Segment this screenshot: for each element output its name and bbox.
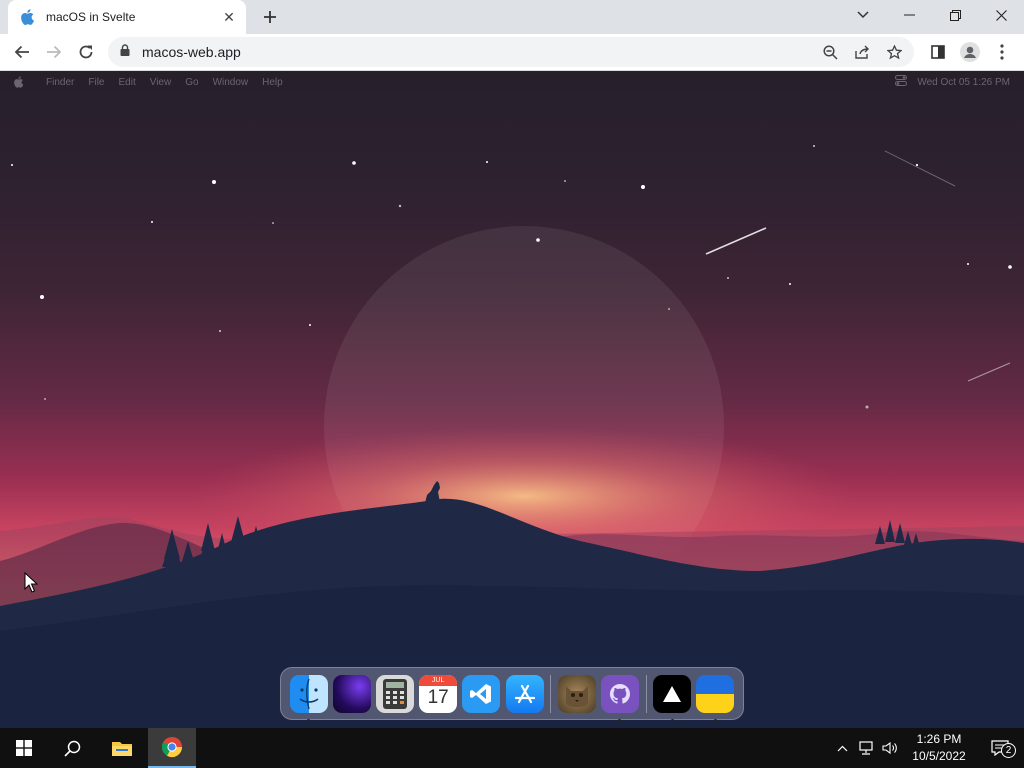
macos-favicon-icon xyxy=(20,9,36,25)
share-icon[interactable] xyxy=(850,40,874,64)
running-indicator xyxy=(670,718,674,722)
profile-avatar-icon[interactable] xyxy=(956,38,984,66)
shooting-star xyxy=(705,227,767,255)
reload-button[interactable] xyxy=(72,38,100,66)
bookmark-star-icon[interactable] xyxy=(882,40,906,64)
new-tab-button[interactable] xyxy=(258,5,282,29)
finder-icon xyxy=(289,674,328,713)
app-store-icon xyxy=(505,674,544,713)
dock-item-finder[interactable] xyxy=(287,674,330,722)
dock-item-vscode[interactable] xyxy=(460,674,503,713)
menu-help[interactable]: Help xyxy=(262,77,283,88)
menu-go[interactable]: Go xyxy=(185,77,198,88)
browser-tabstrip: macOS in Svelte ✕ xyxy=(0,0,1024,34)
dock-item-github[interactable] xyxy=(598,674,641,722)
running-indicator xyxy=(307,718,311,722)
running-indicator xyxy=(713,718,717,722)
cat-icon xyxy=(557,674,596,713)
windows-start-icon[interactable] xyxy=(0,728,48,768)
notification-count-badge: 2 xyxy=(1001,743,1016,758)
macos-menubar: Finder File Edit View Go Window Help Wed… xyxy=(0,71,1024,93)
clock-time: 1:26 PM xyxy=(916,732,962,746)
windows-taskbar: 1:26 PM 10/5/2022 2 xyxy=(0,728,1024,768)
dock-item-ukraine[interactable] xyxy=(694,674,737,722)
vscode-icon xyxy=(462,674,501,713)
lock-icon[interactable] xyxy=(120,43,130,61)
show-hidden-icons-chevron-icon[interactable] xyxy=(830,728,854,768)
wallpaper-scene xyxy=(0,145,1024,728)
url-text: macos-web.app xyxy=(142,44,241,60)
mouse-cursor-icon xyxy=(24,572,38,593)
dock-item-calculator[interactable] xyxy=(373,674,416,713)
restore-button[interactable] xyxy=(932,0,978,30)
address-bar[interactable]: macos-web.app xyxy=(108,37,914,67)
tab-close-icon[interactable]: ✕ xyxy=(220,8,238,26)
calendar-icon: JUL 17 xyxy=(419,674,458,713)
forward-button[interactable] xyxy=(40,38,68,66)
wallpapers-icon xyxy=(332,674,371,713)
calculator-icon xyxy=(375,674,414,713)
menu-view[interactable]: View xyxy=(150,77,172,88)
browser-tab[interactable]: macOS in Svelte ✕ xyxy=(8,0,246,34)
vercel-icon xyxy=(653,674,692,713)
system-clock[interactable]: 1:26 PM 10/5/2022 xyxy=(902,731,976,765)
ukraine-flag-icon xyxy=(696,674,735,713)
browser-toolbar: macos-web.app xyxy=(0,34,1024,71)
apple-logo-icon[interactable] xyxy=(14,76,26,88)
search-icon[interactable] xyxy=(48,728,96,768)
dock-item-vercel[interactable] xyxy=(651,674,694,722)
action-center-button[interactable]: 2 xyxy=(976,728,1024,768)
menu-window[interactable]: Window xyxy=(213,77,249,88)
dock-item-calendar[interactable]: JUL 17 xyxy=(417,674,460,713)
menu-file[interactable]: File xyxy=(88,77,104,88)
back-button[interactable] xyxy=(8,38,36,66)
chrome-taskbar-icon[interactable] xyxy=(148,728,196,768)
control-center-icon[interactable] xyxy=(895,75,908,89)
close-window-button[interactable] xyxy=(978,0,1024,30)
clock-date: 10/5/2022 xyxy=(912,749,966,763)
zoom-icon[interactable] xyxy=(818,40,842,64)
dock-separator xyxy=(645,674,647,713)
dock-item-app-store[interactable] xyxy=(503,674,546,713)
calendar-day: 17 xyxy=(427,686,449,708)
side-panel-icon[interactable] xyxy=(924,38,952,66)
macos-dock: JUL 17 xyxy=(280,667,744,722)
dock-item-wallpapers[interactable] xyxy=(330,674,373,713)
tab-title: macOS in Svelte xyxy=(46,10,136,24)
github-icon xyxy=(600,674,639,713)
menu-edit[interactable]: Edit xyxy=(118,77,135,88)
file-explorer-icon[interactable] xyxy=(98,728,146,768)
menubar-datetime[interactable]: Wed Oct 05 1:26 PM xyxy=(917,77,1010,88)
minimize-button[interactable] xyxy=(886,0,932,30)
dock-separator xyxy=(550,674,552,713)
menu-finder[interactable]: Finder xyxy=(46,77,74,88)
network-icon[interactable] xyxy=(854,728,878,768)
macos-desktop[interactable]: Finder File Edit View Go Window Help Wed… xyxy=(0,71,1024,728)
calendar-month: JUL xyxy=(419,674,458,686)
browser-menu-icon[interactable] xyxy=(988,38,1016,66)
volume-icon[interactable] xyxy=(878,728,902,768)
tab-search-chevron-icon[interactable] xyxy=(840,0,886,30)
dock-item-purrfect[interactable] xyxy=(555,674,598,713)
